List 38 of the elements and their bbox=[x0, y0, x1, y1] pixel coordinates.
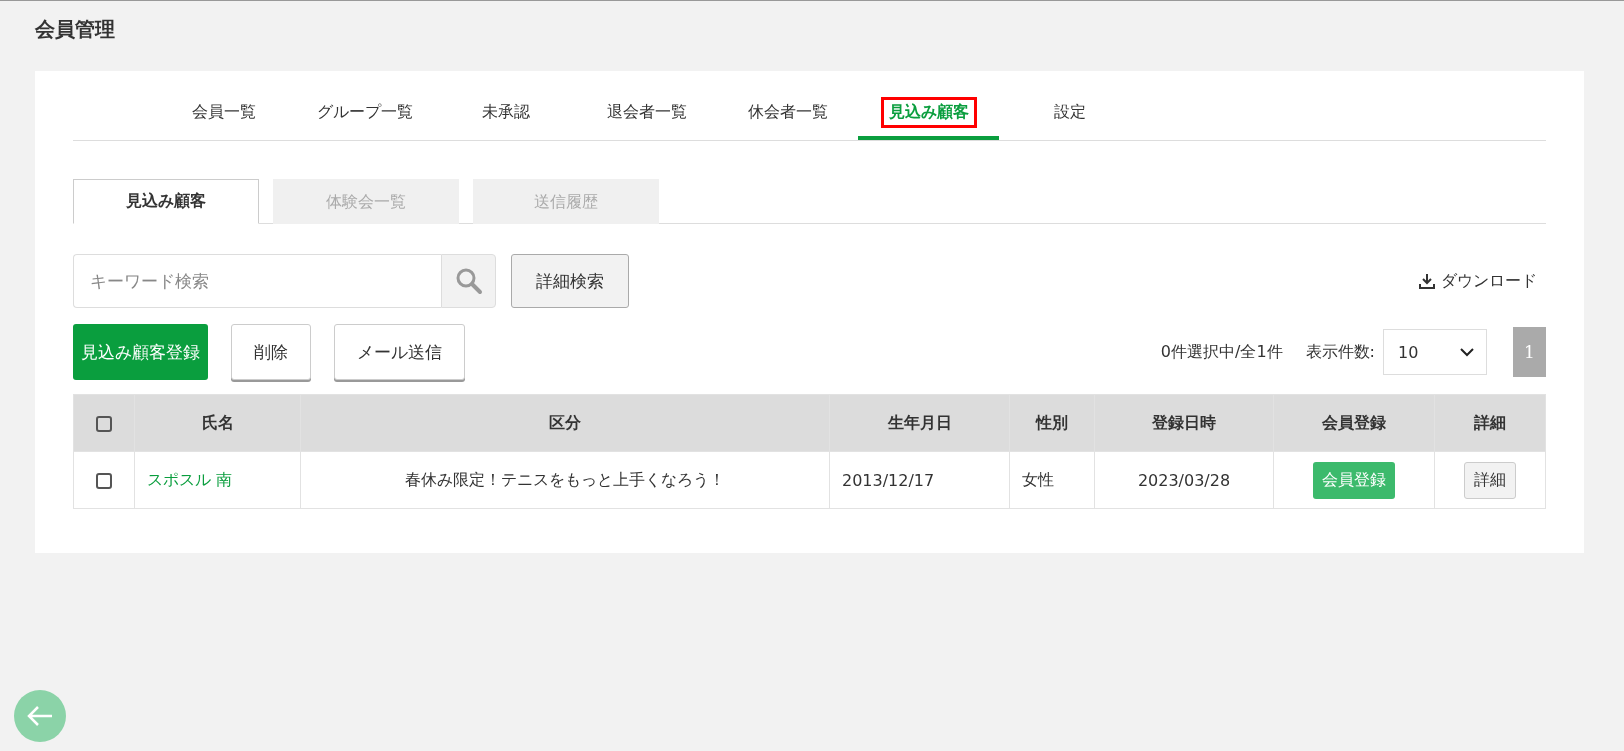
column-header: 生年月日 bbox=[829, 394, 1010, 452]
nav-tab[interactable]: 設定 bbox=[999, 89, 1140, 140]
column-header: 氏名 bbox=[134, 394, 301, 452]
column-header: 性別 bbox=[1009, 394, 1095, 452]
table-cell: 女性 bbox=[1009, 451, 1095, 509]
nav-tab[interactable]: 会員一覧 bbox=[153, 89, 294, 140]
selection-count: 0件選択中/全1件 bbox=[1160, 341, 1283, 363]
nav-tab[interactable]: グループ一覧 bbox=[294, 89, 435, 140]
search-button[interactable] bbox=[441, 254, 496, 308]
page-size-label: 表示件数: bbox=[1305, 341, 1375, 363]
search-icon bbox=[454, 267, 483, 295]
arrow-left-icon bbox=[27, 706, 53, 726]
download-link[interactable]: ダウンロード bbox=[1441, 270, 1537, 292]
row-checkbox[interactable] bbox=[96, 473, 112, 489]
select-all-checkbox[interactable] bbox=[96, 416, 112, 432]
action-button[interactable]: 削除 bbox=[231, 324, 311, 380]
table-cell: 春休み限定！テニスをもっと上手くなろう！ bbox=[300, 451, 830, 509]
nav-tab[interactable]: 休会者一覧 bbox=[717, 89, 858, 140]
search-field[interactable]: キーワード検索 bbox=[73, 254, 441, 308]
detail-button[interactable]: 詳細 bbox=[1464, 461, 1516, 499]
action-button[interactable]: 見込み顧客登録 bbox=[73, 324, 208, 380]
download-icon bbox=[1419, 273, 1435, 289]
name-link[interactable]: スポスル 南 bbox=[134, 451, 301, 509]
page-size-select[interactable]: 10 bbox=[1383, 329, 1487, 375]
table-cell: 2013/12/17 bbox=[829, 451, 1010, 509]
sub-tab[interactable]: 見込み顧客 bbox=[73, 179, 259, 224]
table-cell: 2023/03/28 bbox=[1094, 451, 1274, 509]
nav-tab[interactable]: 未承認 bbox=[435, 89, 576, 140]
column-header: 詳細 bbox=[1434, 394, 1546, 452]
action-button[interactable]: メール送信 bbox=[334, 324, 465, 380]
advanced-search-button[interactable]: 詳細検索 bbox=[511, 254, 629, 308]
column-header: 会員登録 bbox=[1273, 394, 1435, 452]
page-title: 会員管理 bbox=[35, 16, 116, 43]
column-header: 区分 bbox=[300, 394, 830, 452]
column-header: 登録日時 bbox=[1094, 394, 1274, 452]
nav-tab[interactable]: 見込み顧客 bbox=[858, 89, 999, 140]
nav-tab[interactable]: 退会者一覧 bbox=[576, 89, 717, 140]
chevron-down-icon bbox=[1460, 347, 1474, 357]
